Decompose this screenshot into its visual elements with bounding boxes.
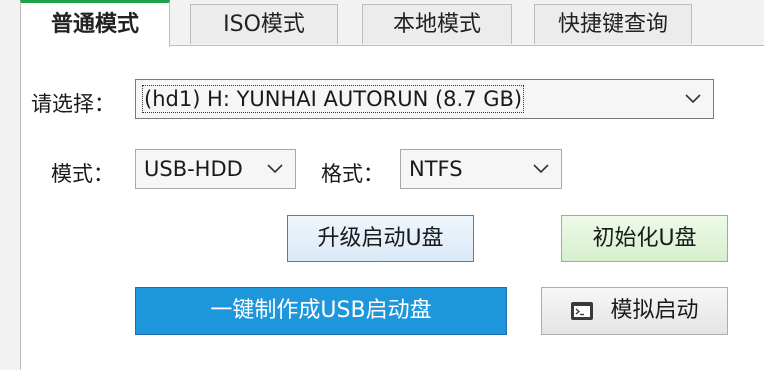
device-label: 请选择：	[31, 92, 115, 116]
tab-strip: 普通模式 ISO模式 本地模式 快捷键查询	[0, 0, 764, 47]
chevron-down-icon	[533, 164, 549, 174]
upgrade-usb-button[interactable]: 升级启动U盘	[287, 215, 474, 262]
simulate-boot-button[interactable]: 模拟启动	[541, 287, 728, 335]
chevron-down-icon	[685, 94, 701, 104]
mode-label: 模式：	[51, 162, 114, 186]
format-select[interactable]: NTFS	[400, 149, 562, 189]
create-usb-boot-button[interactable]: 一键制作成USB启动盘	[135, 287, 507, 335]
mode-select-value: USB-HDD	[144, 157, 243, 181]
tab-local-mode[interactable]: 本地模式	[362, 4, 512, 44]
device-select[interactable]: (hd1) H: YUNHAI AUTORUN (8.7 GB)	[135, 79, 714, 119]
initialize-usb-button[interactable]: 初始化U盘	[561, 215, 728, 262]
tab-shortcut-query[interactable]: 快捷键查询	[534, 4, 692, 44]
tab-iso-mode[interactable]: ISO模式	[190, 4, 338, 44]
device-select-value: (hd1) H: YUNHAI AUTORUN (8.7 GB)	[141, 85, 525, 113]
main-panel: 请选择： (hd1) H: YUNHAI AUTORUN (8.7 GB) 模式…	[20, 45, 764, 370]
mode-select[interactable]: USB-HDD	[135, 149, 296, 189]
tab-normal-mode[interactable]: 普通模式	[20, 0, 170, 47]
terminal-icon	[571, 302, 594, 320]
chevron-down-icon	[267, 164, 283, 174]
format-select-value: NTFS	[409, 157, 463, 181]
format-label: 格式：	[321, 162, 384, 186]
simulate-boot-label: 模拟启动	[610, 298, 699, 323]
usb-tool-window: 普通模式 ISO模式 本地模式 快捷键查询 请选择： (hd1) H: YUNH…	[0, 0, 764, 370]
